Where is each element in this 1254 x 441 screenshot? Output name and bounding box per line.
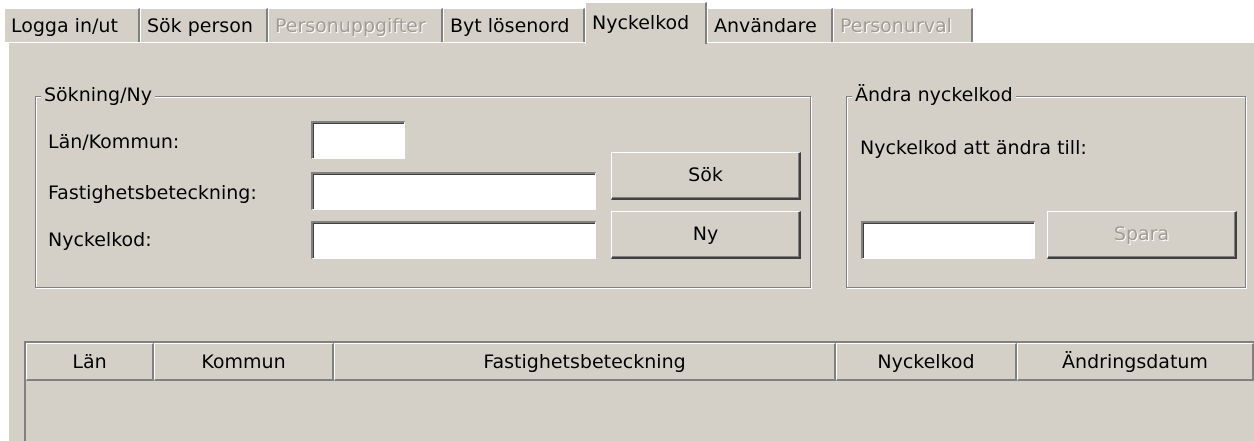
tab-sok-person[interactable]: Sök person bbox=[140, 8, 268, 42]
column-header-nyckelkod[interactable]: Nyckelkod bbox=[836, 343, 1017, 381]
tab-anvandare[interactable]: Användare bbox=[707, 8, 833, 42]
tab-byt-losenord[interactable]: Byt lösenord bbox=[443, 8, 585, 42]
nyckelkod-input[interactable] bbox=[311, 221, 596, 259]
column-header-lan[interactable]: Län bbox=[26, 343, 154, 381]
new-button[interactable]: Ny bbox=[611, 211, 801, 259]
save-button[interactable]: Spara bbox=[1047, 211, 1237, 259]
tab-personurval[interactable]: Personurval bbox=[833, 8, 973, 42]
tab-logga-in-ut[interactable]: Logga in/ut bbox=[4, 8, 140, 42]
change-code-legend: Ändra nyckelkod bbox=[852, 84, 1016, 106]
column-header-fastighetsbeteckning[interactable]: Fastighetsbeteckning bbox=[334, 343, 836, 381]
nyckelkod-label: Nyckelkod: bbox=[48, 229, 152, 251]
tab-personuppgifter[interactable]: Personuppgifter bbox=[268, 8, 443, 42]
new-code-input[interactable] bbox=[861, 221, 1035, 259]
tab-strip: Logga in/ut Sök person Personuppgifter B… bbox=[0, 0, 1254, 44]
column-header-andringsdatum[interactable]: Ändringsdatum bbox=[1017, 343, 1254, 381]
change-code-group: Ändra nyckelkod bbox=[846, 84, 1246, 288]
lan-kommun-label: Län/Kommun: bbox=[48, 131, 180, 153]
search-group-legend: Sökning/Ny bbox=[41, 84, 155, 106]
change-code-prompt: Nyckelkod att ändra till: bbox=[860, 137, 1087, 159]
lan-kommun-input[interactable] bbox=[311, 121, 405, 159]
results-table[interactable]: Län Kommun Fastighetsbeteckning Nyckelko… bbox=[24, 341, 1254, 441]
fastighet-input[interactable] bbox=[311, 172, 596, 210]
tab-nyckelkod[interactable]: Nyckelkod bbox=[585, 2, 707, 44]
search-button[interactable]: Sök bbox=[611, 152, 801, 200]
column-header-kommun[interactable]: Kommun bbox=[154, 343, 334, 381]
fastighet-label: Fastighetsbeteckning: bbox=[48, 182, 257, 204]
